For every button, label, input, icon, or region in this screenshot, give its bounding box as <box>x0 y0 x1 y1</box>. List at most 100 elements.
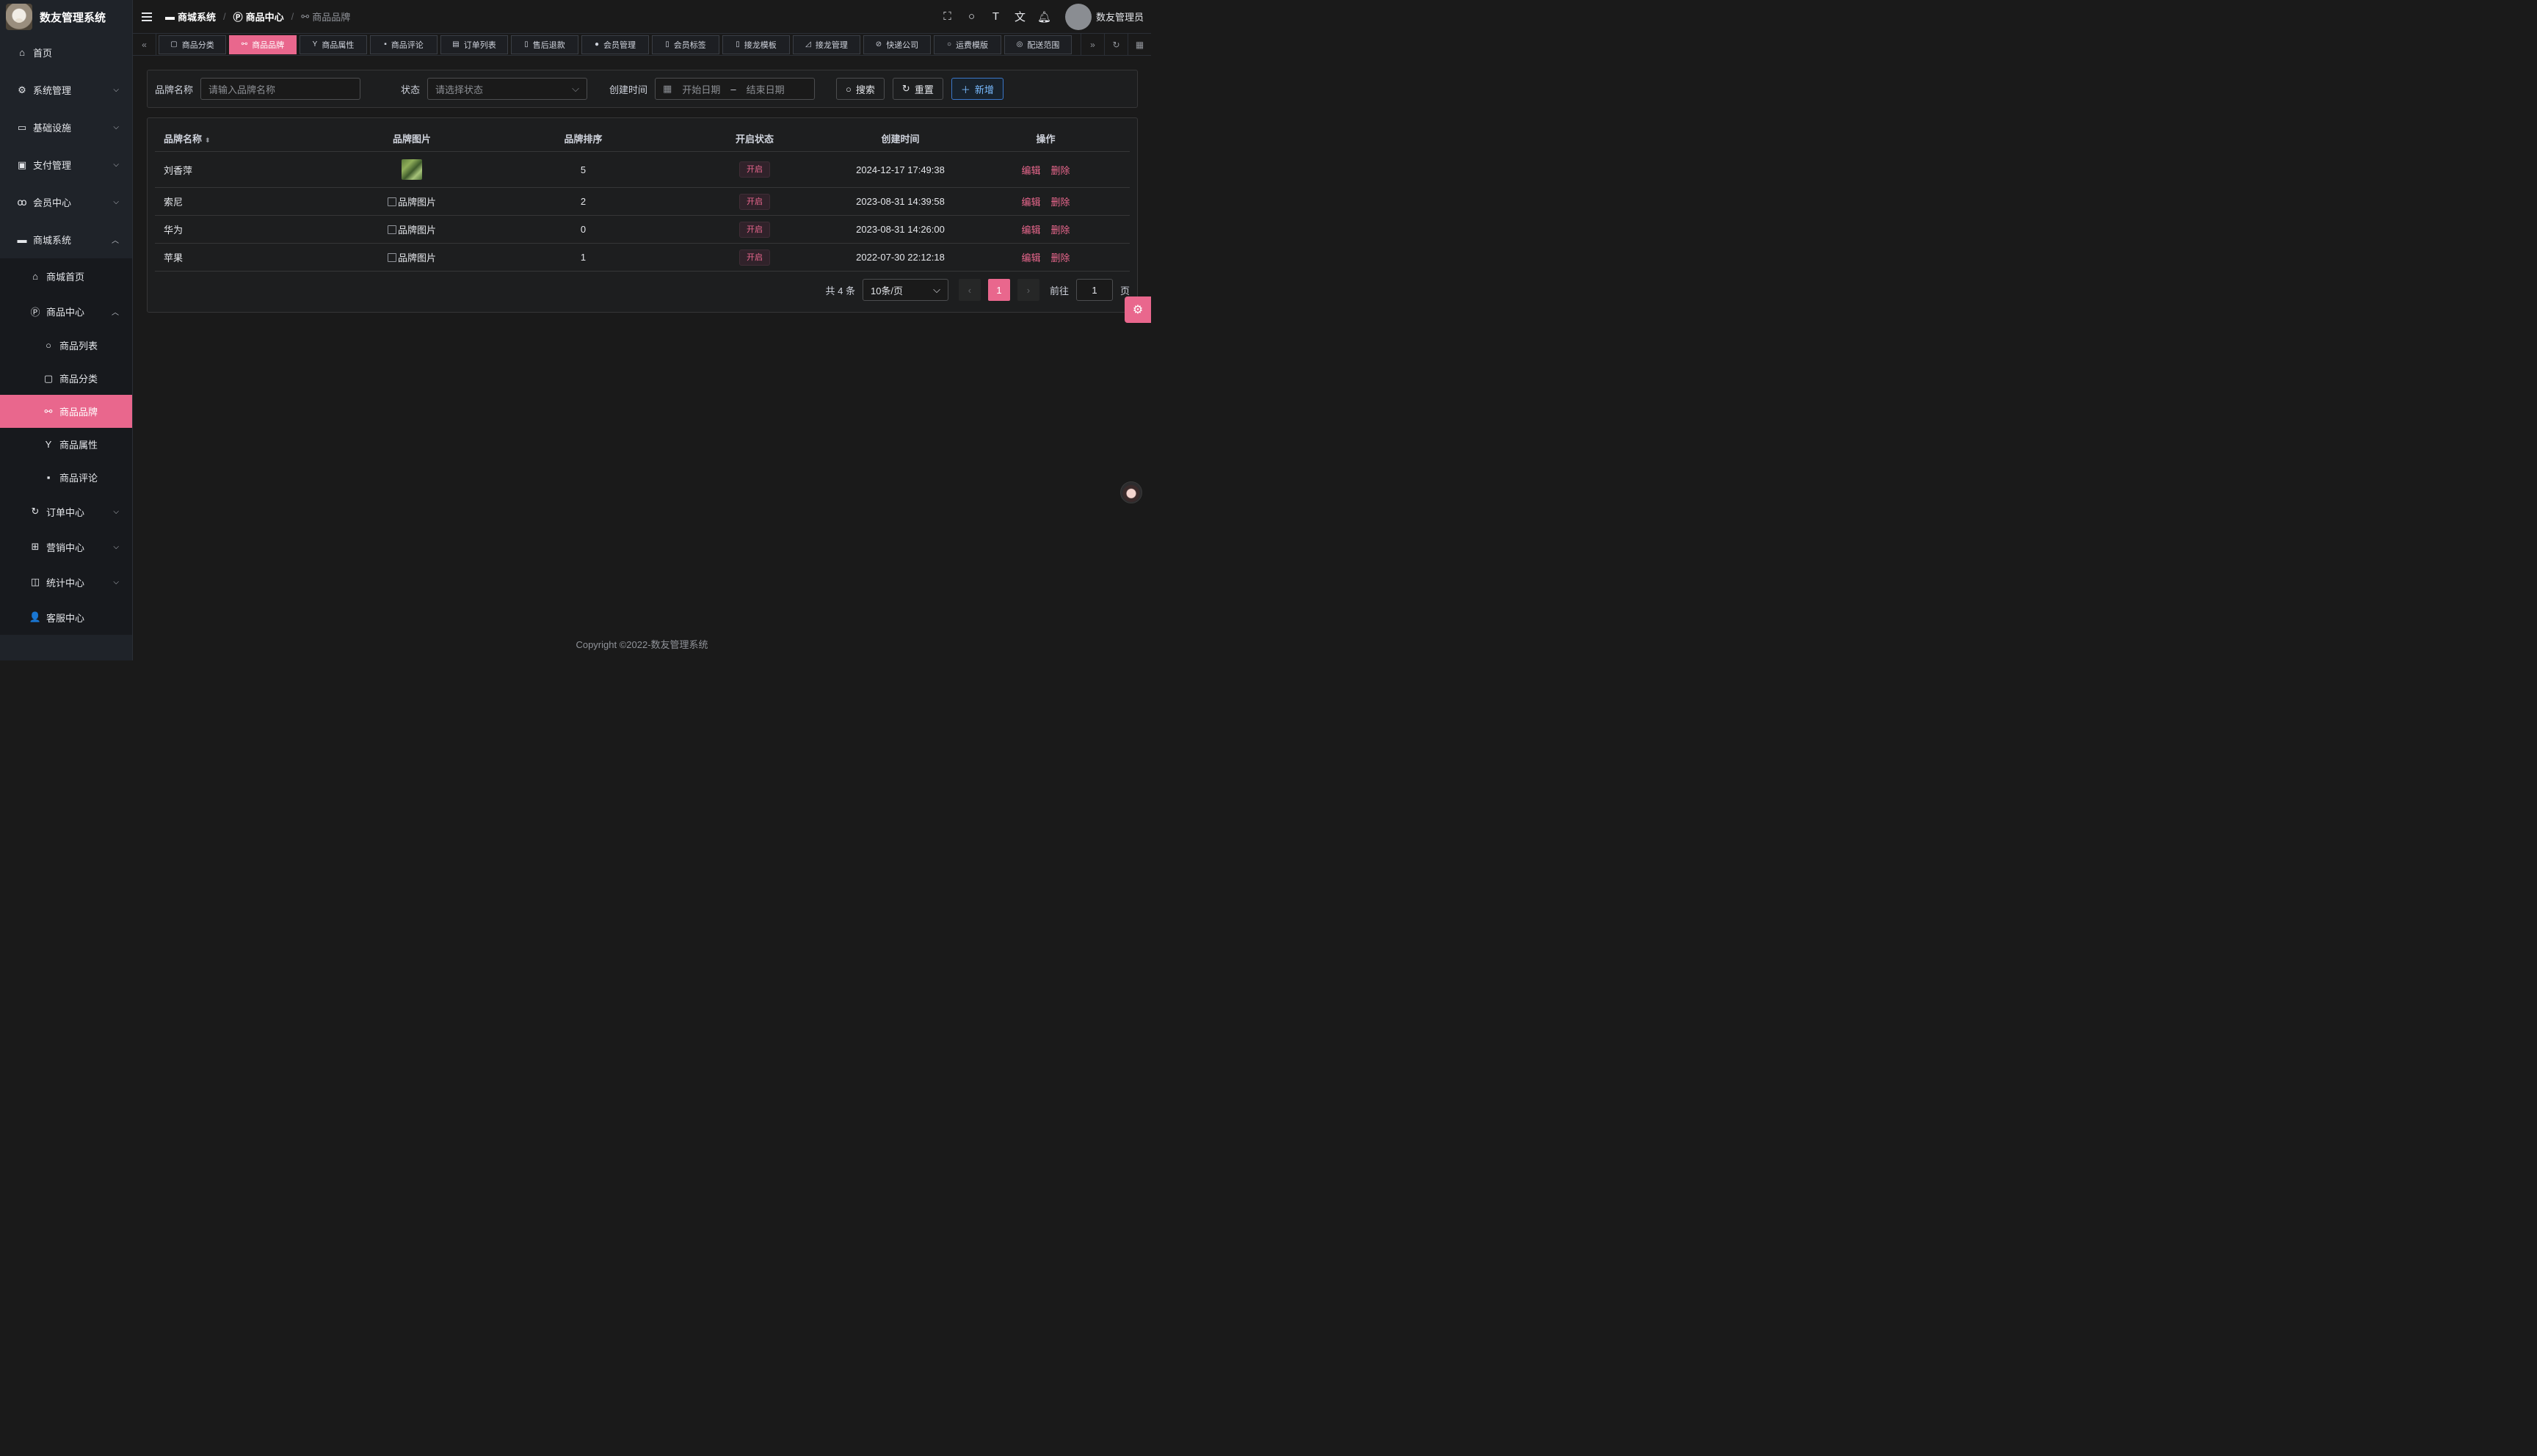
search-button[interactable]: ○ 搜索 <box>836 78 885 100</box>
table-row: 索尼 品牌图片 2 开启 2023-08-31 14:39:58 编辑 删除 <box>155 188 1130 216</box>
tab-relay-template[interactable]: ▯ 接龙模板 <box>722 34 790 54</box>
status-cell: 开启 <box>670 193 839 210</box>
avatar[interactable] <box>1064 3 1092 30</box>
fullscreen-icon[interactable]: ⛶ <box>935 10 959 23</box>
logo: 数友管理系统 <box>0 0 132 34</box>
footer-copyright: Copyright ©2022-数友管理系统 <box>576 639 708 650</box>
reset-button[interactable]: ↻ 重置 <box>892 78 943 100</box>
sidebar-item-member[interactable]: ꝏ 会员中心 ⌵ <box>0 183 132 221</box>
tab-goods-attr[interactable]: Y 商品属性 <box>300 34 367 54</box>
page-number[interactable]: 1 <box>987 279 1010 301</box>
breadcrumb-item[interactable]: ▬ 商城系统 <box>165 10 216 23</box>
document-icon: ▯ <box>736 40 740 48</box>
pagination: 共 4 条 10条/页 ⌵ ‹ 1 › 前往 1 页 <box>826 279 1130 301</box>
sidebar-item-order-center[interactable]: ↻ 订单中心 ⌵ <box>0 494 132 529</box>
status-badge: 开启 <box>739 221 770 238</box>
tab-express[interactable]: ⊘ 快递公司 <box>863 34 931 54</box>
settings-gear-icon[interactable]: ⚙ <box>1125 296 1151 323</box>
sidebar-item-mall-home[interactable]: ⌂ 商城首页 <box>0 258 132 294</box>
sidebar-item-stats[interactable]: ◫ 统计中心 ⌵ <box>0 564 132 600</box>
refresh-icon[interactable]: ↻ <box>1104 33 1128 56</box>
page-size-select[interactable]: 10条/页 ⌵ <box>862 279 948 301</box>
list-icon: ▤ <box>452 40 460 48</box>
sidebar-item-label: 支付管理 <box>33 160 72 171</box>
plus-icon: ＋ <box>960 84 970 95</box>
tabs-scroll-left-icon[interactable]: « <box>133 33 156 56</box>
sidebar-item-system[interactable]: ⚙ 系统管理 ⌵ <box>0 71 132 109</box>
chevron-down-icon: ⌵ <box>113 123 119 131</box>
presentation-icon: ◫ <box>30 576 40 587</box>
prev-page-icon[interactable]: ‹ <box>958 279 981 301</box>
date-range-picker[interactable]: ▦ 开始日期 – 结束日期 <box>655 78 816 100</box>
search-icon[interactable]: ○ <box>959 10 984 23</box>
sidebar-item-home[interactable]: ⌂ 首页 <box>0 34 132 71</box>
tab-goods-category[interactable]: ▢ 商品分类 <box>159 34 226 54</box>
sidebar-item-goods-attr[interactable]: Y 商品属性 <box>0 428 132 461</box>
sidebar-item-goods-brand[interactable]: ⚯ 商品品牌 <box>0 395 132 428</box>
sort-icon[interactable]: ⬍ <box>205 136 211 144</box>
bell-icon[interactable]: 🔔︎ <box>1032 10 1056 23</box>
sidebar-item-goods-comment[interactable]: ▪ 商品评论 <box>0 461 132 494</box>
sidebar-item-goods-list[interactable]: ○ 商品列表 <box>0 329 132 362</box>
sidebar-item-mall[interactable]: ▬ 商城系统 ︿ <box>0 221 132 258</box>
tab-member[interactable]: ● 会员管理 <box>581 34 649 54</box>
delete-link[interactable]: 删除 <box>1051 225 1070 236</box>
start-date-placeholder: 开始日期 <box>682 84 721 95</box>
status-cell: 开启 <box>670 221 839 238</box>
brand-name-input[interactable]: 请输入品牌名称 <box>200 78 361 100</box>
menu-toggle-icon[interactable] <box>142 12 152 21</box>
sidebar-item-label: 商城系统 <box>33 235 72 246</box>
tab-goods-brand[interactable]: ⚯ 商品品牌 <box>229 34 297 54</box>
sidebar-item-goods-center[interactable]: Ⓟ 商品中心 ︿ <box>0 294 132 329</box>
tab-list: ▢ 商品分类 ⚯ 商品品牌 Y 商品属性 ▪ 商品评论 ▤ 订单列表 ▯ 售后退款 ● 会员管… <box>156 34 1081 54</box>
edit-link[interactable]: 编辑 <box>1021 165 1040 176</box>
grid-icon[interactable]: ▦ <box>1128 33 1151 56</box>
status-placeholder: 请选择状态 <box>435 84 484 95</box>
sidebar-item-pay[interactable]: ▣ 支付管理 ⌵ <box>0 146 132 183</box>
branch-icon: Y <box>312 40 318 48</box>
tablet-icon: ▢ <box>170 40 178 48</box>
translate-icon[interactable]: 文 <box>1008 9 1032 24</box>
tab-goods-comment[interactable]: ▪ 商品评论 <box>370 34 438 54</box>
delete-link[interactable]: 删除 <box>1051 252 1070 263</box>
chevron-up-icon: ︿ <box>112 237 119 245</box>
user-icon: ○ <box>946 40 952 48</box>
edit-link[interactable]: 编辑 <box>1021 197 1040 208</box>
goto-page-input[interactable]: 1 <box>1075 279 1113 301</box>
column-header-time: 创建时间 <box>881 134 920 145</box>
font-size-icon[interactable]: T <box>984 10 1008 23</box>
sidebar-item-goods-category[interactable]: ▢ 商品分类 <box>0 362 132 395</box>
delete-link[interactable]: 删除 <box>1051 197 1070 208</box>
tab-bar-actions: » ↻ ▦ <box>1081 33 1151 56</box>
tab-delivery[interactable]: ◎ 配送范围 <box>1004 34 1072 54</box>
tab-freight[interactable]: ○ 运费模版 <box>934 34 1001 54</box>
tablet-icon: ▢ <box>43 372 54 384</box>
add-button[interactable]: ＋新增 <box>951 78 1003 100</box>
next-page-icon[interactable]: › <box>1017 279 1039 301</box>
assistant-avatar-icon[interactable] <box>1120 481 1142 503</box>
sidebar-item-infra[interactable]: ▭ 基础设施 ⌵ <box>0 109 132 146</box>
status-cell: 开启 <box>670 161 839 178</box>
tabs-scroll-right-icon[interactable]: » <box>1081 33 1104 56</box>
user-name[interactable]: 数友管理员 <box>1096 10 1144 23</box>
link-icon: ⚯ <box>301 10 310 22</box>
sidebar-item-service[interactable]: 👤 客服中心 <box>0 600 132 635</box>
table-row: 刘香萍 5 开启 2024-12-17 17:49:38 编辑 删除 <box>155 152 1130 188</box>
brand-thumbnail[interactable] <box>402 159 422 180</box>
goto-label: 前往 <box>1049 285 1069 296</box>
breadcrumb-item[interactable]: Ⓟ 商品中心 <box>233 10 284 23</box>
delete-link[interactable]: 删除 <box>1051 165 1070 176</box>
column-header-name[interactable]: 品牌名称 ⬍ <box>155 131 327 145</box>
tab-member-tag[interactable]: ▯ 会员标签 <box>652 34 719 54</box>
sidebar-item-label: 商品属性 <box>59 440 98 451</box>
tab-refund[interactable]: ▯ 售后退款 <box>511 34 578 54</box>
tab-order-list[interactable]: ▤ 订单列表 <box>440 34 508 54</box>
status-cell: 开启 <box>670 249 839 266</box>
edit-link[interactable]: 编辑 <box>1021 225 1040 236</box>
status-select[interactable]: 请选择状态 ⌵ <box>427 78 588 100</box>
branch-icon: Y <box>45 439 52 450</box>
broken-image: 品牌图片 <box>388 222 436 236</box>
edit-link[interactable]: 编辑 <box>1021 252 1040 263</box>
tab-relay-manage[interactable]: ◿ 接龙管理 <box>793 34 860 54</box>
sidebar-item-marketing[interactable]: ⊞ 营销中心 ⌵ <box>0 529 132 564</box>
